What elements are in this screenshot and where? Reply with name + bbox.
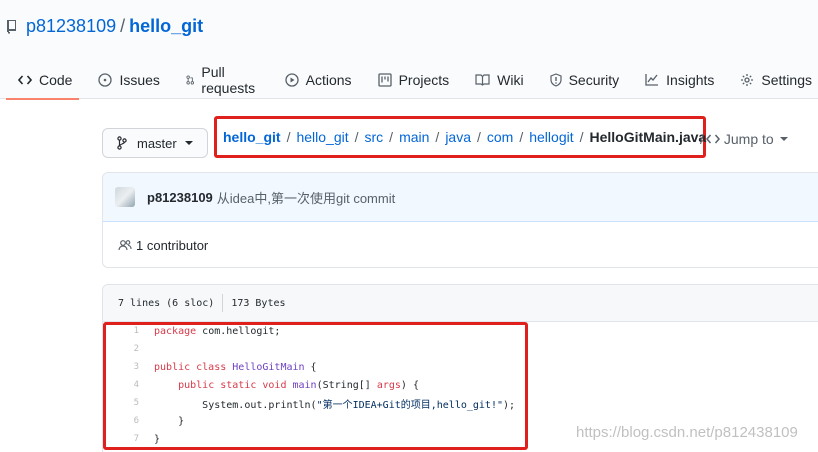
- repo-icon: [7, 19, 16, 34]
- graph-icon: [645, 74, 659, 86]
- file-path-breadcrumb: hello_git / hello_git / src / main / jav…: [214, 116, 706, 158]
- tab-insights[interactable]: Insights: [632, 60, 727, 99]
- commit-row: p81238109 从idea中,第一次使用git commit: [103, 173, 818, 222]
- breadcrumb-separator: /: [579, 129, 584, 145]
- people-icon: [118, 240, 132, 251]
- jump-separator: /: [700, 131, 704, 147]
- breadcrumb-separator: /: [389, 129, 394, 145]
- breadcrumb-dir-link[interactable]: src: [365, 129, 384, 145]
- tab-code[interactable]: Code: [0, 60, 85, 100]
- branch-selector-button[interactable]: master: [102, 128, 208, 158]
- tab-pull-requests[interactable]: Pull requests: [173, 60, 272, 99]
- repo-header: p81238109 / hello_git Code Issues Pull r…: [0, 0, 818, 100]
- jump-to-label: Jump to: [723, 131, 774, 147]
- branch-icon: [117, 136, 127, 150]
- tab-label: Settings: [761, 71, 812, 88]
- tab-actions[interactable]: Actions: [272, 60, 365, 99]
- project-icon: [377, 72, 392, 87]
- shield-icon: [549, 72, 562, 87]
- repo-separator: /: [120, 16, 126, 36]
- tab-security[interactable]: Security: [537, 60, 633, 99]
- commit-author-link[interactable]: p81238109: [147, 190, 213, 205]
- breadcrumb-dir-link[interactable]: java: [445, 129, 471, 145]
- repo-nav-tabs: Code Issues Pull requests Actions Projec…: [0, 60, 818, 100]
- repo-title: p81238109 / hello_git: [6, 16, 203, 37]
- repo-owner-link[interactable]: p81238109: [26, 16, 116, 37]
- file-size: 173 Bytes: [231, 297, 286, 309]
- branch-label: master: [137, 135, 177, 151]
- book-icon: [475, 73, 490, 86]
- file-lines-info: 7 lines (6 sloc): [118, 297, 215, 309]
- chevron-down-icon: [779, 137, 788, 141]
- breadcrumb-separator: /: [286, 129, 291, 145]
- gear-icon: [741, 73, 754, 86]
- watermark: https://blog.csdn.net/p812438109: [576, 424, 798, 441]
- code-highlight-box: [103, 322, 528, 450]
- breadcrumb-separator: /: [354, 129, 359, 145]
- tab-label: Security: [568, 71, 620, 88]
- file-info-header: 7 lines (6 sloc) 173 Bytes: [103, 285, 818, 322]
- breadcrumb-dir-link[interactable]: com: [487, 129, 513, 145]
- tab-label: Code: [39, 71, 73, 88]
- chevron-down-icon: [184, 141, 193, 145]
- tab-label: Actions: [305, 71, 352, 88]
- play-icon: [284, 72, 299, 87]
- avatar[interactable]: [115, 187, 135, 207]
- tab-label: Issues: [119, 71, 160, 88]
- tab-issues[interactable]: Issues: [85, 60, 172, 99]
- tab-settings[interactable]: Settings: [727, 60, 818, 99]
- breadcrumb-separator: /: [519, 129, 524, 145]
- contributors-row[interactable]: 1 contributor: [103, 222, 818, 267]
- pull-request-icon: [186, 74, 194, 85]
- commit-message-link[interactable]: 从idea中,第一次使用git commit: [217, 188, 395, 207]
- contributors-label: 1 contributor: [136, 237, 209, 253]
- code-icon: [705, 134, 720, 144]
- breadcrumb-dir-link[interactable]: hello_git: [296, 129, 348, 145]
- repo-name-link[interactable]: hello_git: [129, 16, 203, 37]
- issue-icon: [98, 72, 113, 87]
- tab-label: Projects: [398, 71, 450, 88]
- latest-commit-box: p81238109 从idea中,第一次使用git commit 1 contr…: [102, 172, 818, 268]
- header-divider: [222, 294, 224, 312]
- tab-label: Pull requests: [201, 63, 256, 96]
- breadcrumb-separator: /: [435, 129, 440, 145]
- tab-label: Wiki: [497, 71, 524, 88]
- tab-projects[interactable]: Projects: [365, 60, 463, 99]
- jump-to-menu[interactable]: / Jump to: [700, 131, 788, 147]
- tab-wiki[interactable]: Wiki: [462, 60, 536, 99]
- code-icon: [18, 74, 32, 85]
- tab-label: Insights: [666, 71, 715, 88]
- breadcrumb-separator: /: [477, 129, 481, 145]
- breadcrumb-dir-link[interactable]: main: [399, 129, 429, 145]
- breadcrumb-file-name: HelloGitMain.java: [589, 129, 707, 145]
- breadcrumb-repo-link[interactable]: hello_git: [223, 129, 281, 145]
- breadcrumb-dir-link[interactable]: hellogit: [529, 129, 573, 145]
